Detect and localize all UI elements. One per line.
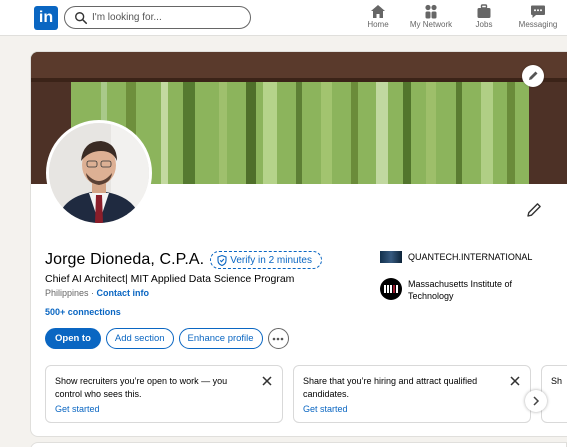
- edit-banner-button[interactable]: [522, 65, 544, 87]
- edit-intro-button[interactable]: [523, 199, 545, 221]
- home-icon: [371, 5, 385, 18]
- profile-headline: Chief AI Architect| MIT Applied Data Sci…: [45, 273, 295, 285]
- top-navigation-bar: in Home My Network Jobs: [0, 0, 567, 36]
- nav-item-label: Jobs: [475, 20, 493, 29]
- search-box[interactable]: [64, 6, 251, 29]
- search-input[interactable]: [92, 9, 242, 26]
- enhance-profile-button[interactable]: Enhance profile: [178, 328, 263, 349]
- nav-item-label: Messaging: [518, 20, 558, 29]
- location-text: Philippines: [45, 288, 89, 298]
- nav-item-jobs[interactable]: Jobs: [454, 4, 514, 29]
- org-item-mit[interactable]: Massachusetts Institute of Technology: [380, 278, 533, 302]
- tip-text: Show recruiters you’re open to work — yo…: [55, 376, 228, 399]
- tip-text: Sh: [551, 376, 563, 386]
- location-row: Philippines · Contact info: [45, 288, 149, 298]
- more-icon: [272, 337, 284, 340]
- chevron-right-icon: [533, 396, 540, 406]
- close-icon[interactable]: [262, 376, 272, 386]
- profile-actions: Open to Add section Enhance profile: [45, 328, 289, 349]
- verify-label: Verify in 2 minutes: [230, 254, 312, 266]
- verify-badge-button[interactable]: Verify in 2 minutes: [210, 251, 322, 269]
- nav-item-label: Home: [367, 20, 389, 29]
- profile-name: Jorge Dioneda, C.P.A.: [45, 251, 205, 268]
- open-to-work-card: Show recruiters you’re open to work — yo…: [45, 365, 283, 423]
- more-actions-button[interactable]: [267, 328, 289, 349]
- tip-text: Share that you’re hiring and attract qua…: [303, 376, 478, 399]
- get-started-link[interactable]: Get started: [55, 404, 100, 414]
- nav-item-messaging[interactable]: Messaging: [508, 4, 567, 29]
- org-item-quantech[interactable]: QUANTECH.INTERNATIONAL: [380, 251, 533, 263]
- avatar-portrait: [49, 123, 149, 223]
- separator: ·: [88, 288, 97, 298]
- quantech-logo: [380, 251, 402, 263]
- message-icon: [531, 5, 545, 18]
- people-icon: [425, 4, 437, 19]
- pencil-icon: [527, 203, 541, 217]
- nav-item-my-network[interactable]: My Network: [401, 4, 461, 29]
- briefcase-icon: [477, 4, 491, 18]
- name-row: Jorge Dioneda, C.P.A. Verify in 2 minute…: [45, 249, 322, 271]
- mit-logo: [380, 278, 402, 300]
- linkedin-logo[interactable]: in: [34, 6, 58, 30]
- org-name: Massachusetts Institute of Technology: [408, 279, 513, 301]
- profile-photo[interactable]: [46, 120, 152, 226]
- nav-item-label: My Network: [409, 20, 453, 29]
- nav-item-home[interactable]: Home: [348, 4, 408, 29]
- close-icon[interactable]: [510, 376, 520, 386]
- get-started-link[interactable]: Get started: [303, 404, 348, 414]
- next-section-card: [30, 442, 567, 447]
- profile-card: Jorge Dioneda, C.P.A. Verify in 2 minute…: [30, 51, 567, 437]
- open-to-button[interactable]: Open to: [45, 328, 101, 349]
- pencil-icon: [529, 71, 538, 80]
- hiring-card: Share that you’re hiring and attract qua…: [293, 365, 531, 423]
- contact-info-link[interactable]: Contact info: [97, 288, 150, 298]
- connections-link[interactable]: 500+ connections: [45, 307, 121, 317]
- add-section-button[interactable]: Add section: [105, 328, 174, 349]
- org-name: QUANTECH.INTERNATIONAL: [408, 252, 533, 262]
- search-icon: [75, 12, 88, 25]
- carousel-next-button[interactable]: [525, 390, 547, 412]
- shield-check-icon: [217, 254, 227, 266]
